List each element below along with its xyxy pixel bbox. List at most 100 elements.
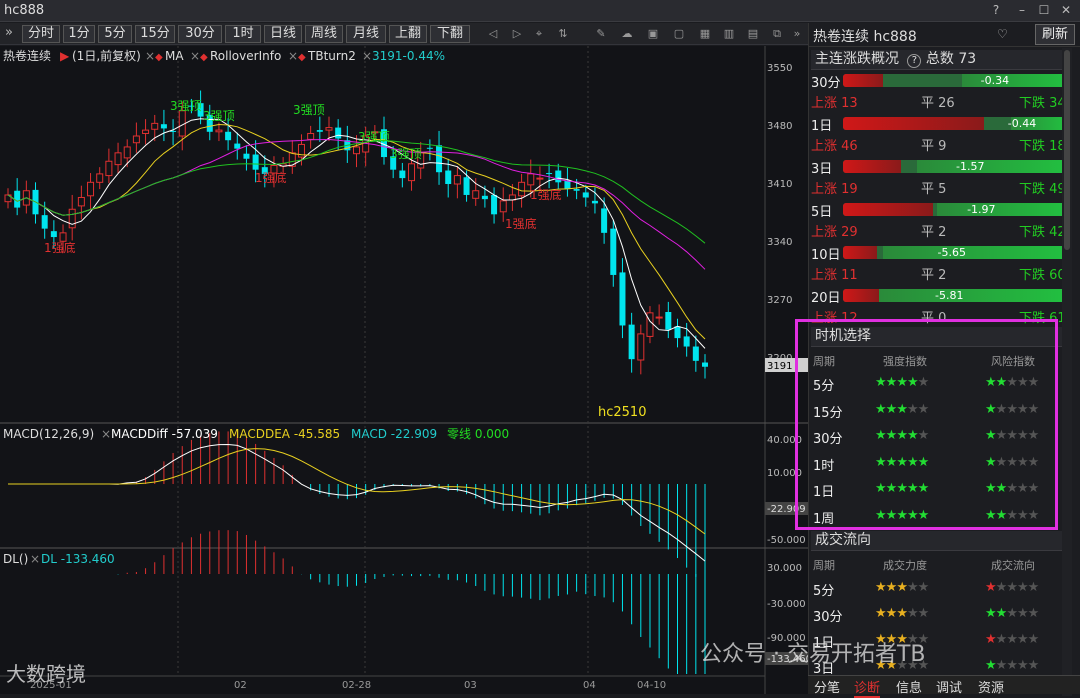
bar-down-fill bbox=[878, 289, 1067, 302]
period-button-5min[interactable]: 5分 bbox=[98, 25, 132, 43]
watermark-text: 公众号 · 交易开拓者TB bbox=[700, 642, 926, 667]
summary-down-count: 下跌 49 bbox=[1019, 182, 1066, 197]
kline-chart[interactable]: 热卷连续 ▶ (1日,前复权) × ◆ MA × ◆ RolloverInfo … bbox=[0, 46, 812, 694]
more-icon[interactable]: » bbox=[790, 27, 804, 40]
close-tb-icon[interactable]: × bbox=[288, 49, 298, 63]
layers-icon[interactable]: ▣ bbox=[646, 27, 660, 40]
direction-stars: ★★★★★ bbox=[985, 658, 1039, 673]
indicator-tbturn[interactable]: TBturn2 bbox=[307, 49, 356, 63]
bar-up-fill bbox=[843, 117, 985, 130]
period-button-weekly[interactable]: 周线 bbox=[305, 25, 343, 43]
tab-diagnosis[interactable]: 诊断 bbox=[854, 677, 881, 698]
window-icon[interactable]: ▢ bbox=[672, 27, 686, 40]
macd-diff-label: MACDDiff -57.039 bbox=[111, 427, 218, 441]
close-rollover-icon[interactable]: × bbox=[190, 49, 200, 63]
period-button-1hour[interactable]: 1时 bbox=[225, 25, 261, 43]
summary-period: 20日 bbox=[811, 291, 841, 306]
timing-period: 5分 bbox=[813, 379, 835, 394]
summary-value: -0.44 bbox=[1007, 117, 1037, 130]
timing-period: 1周 bbox=[813, 511, 835, 527]
minimize-icon[interactable]: – bbox=[1014, 3, 1030, 17]
summary-flat-count: 平 9 bbox=[921, 139, 947, 154]
timing-period: 1日 bbox=[813, 485, 835, 500]
tab-info[interactable]: 信息 bbox=[896, 677, 922, 696]
close-tb2-icon[interactable]: × bbox=[362, 49, 372, 63]
period-button-30min[interactable]: 30分 bbox=[178, 25, 222, 43]
period-button-monthly[interactable]: 月线 bbox=[346, 25, 386, 43]
direction-stars: ★★★★★ bbox=[985, 606, 1039, 621]
strength-stars: ★★★★★ bbox=[875, 428, 929, 443]
timing-col-risk: 风险指数 bbox=[991, 355, 1035, 368]
maximize-icon[interactable]: ☐ bbox=[1036, 3, 1052, 17]
summary-flat-count: 平 5 bbox=[921, 182, 947, 197]
period-button-1min[interactable]: 1分 bbox=[63, 25, 95, 43]
chart-icon[interactable]: ▥ bbox=[722, 27, 736, 40]
export-icon[interactable]: ⧉ bbox=[770, 27, 784, 41]
close-macd-icon[interactable]: × bbox=[101, 427, 111, 441]
macd-value-label: MACD -22.909 bbox=[351, 427, 437, 441]
summary-bar: -0.44 bbox=[843, 117, 1067, 130]
page-down-button[interactable]: 下翻 bbox=[430, 25, 470, 43]
price-axis-label: 3270 bbox=[767, 295, 792, 306]
title-bar: hc888 ? – ☐ ✕ bbox=[0, 0, 1080, 22]
signal-bottom: 1强底 bbox=[505, 216, 537, 231]
contract-label: hc2510 bbox=[598, 405, 646, 420]
period-button-intraday[interactable]: 分时 bbox=[22, 25, 60, 43]
tab-resources[interactable]: 资源 bbox=[978, 677, 1004, 696]
collapse-icon[interactable]: » bbox=[2, 25, 16, 40]
date-label: 04 bbox=[583, 680, 596, 691]
close-ma-icon[interactable]: × bbox=[145, 49, 155, 63]
candle-body bbox=[527, 173, 535, 186]
panel-scrollbar[interactable] bbox=[1062, 48, 1072, 696]
pen-icon[interactable]: ✎ bbox=[594, 27, 608, 40]
risk-stars: ★★★★★ bbox=[985, 507, 1039, 523]
candle-body bbox=[335, 127, 342, 139]
candle-body bbox=[325, 127, 333, 131]
timing-col-strength: 强度指数 bbox=[883, 355, 927, 368]
scrollbar-thumb[interactable] bbox=[1064, 50, 1070, 250]
flow-title: 成交流向 bbox=[815, 532, 871, 548]
flow-col-direction: 成交流向 bbox=[991, 559, 1035, 572]
chart-header-cycle: (1日,前复权) bbox=[72, 48, 141, 63]
cloud-icon[interactable]: ☁ bbox=[620, 27, 634, 40]
help-circle-icon[interactable]: ? bbox=[907, 54, 922, 68]
indicator-rollover[interactable]: RolloverInfo bbox=[210, 49, 281, 63]
tab-ticks[interactable]: 分笔 bbox=[814, 677, 840, 696]
candle-body bbox=[445, 170, 452, 184]
candle-body bbox=[132, 135, 140, 144]
indicator-ma[interactable]: MA bbox=[165, 49, 184, 63]
candle-body bbox=[59, 232, 67, 242]
direction-stars: ★★★★★ bbox=[985, 632, 1039, 647]
strength-stars: ★★★★★ bbox=[875, 481, 929, 496]
period-button-15min[interactable]: 15分 bbox=[135, 25, 175, 43]
macd-line bbox=[8, 443, 706, 562]
refresh-button[interactable]: 刷新 bbox=[1035, 24, 1075, 45]
candle-body bbox=[491, 194, 498, 215]
summary-bar: -1.57 bbox=[843, 160, 1067, 173]
tab-debug[interactable]: 调试 bbox=[936, 677, 962, 696]
grid-icon[interactable]: ▦ bbox=[698, 27, 712, 40]
chart-canvas[interactable]: 热卷连续 ▶ (1日,前复权) × ◆ MA × ◆ RolloverInfo … bbox=[0, 46, 812, 694]
next-arrow-icon[interactable]: ▷ bbox=[510, 27, 524, 40]
close-dl-icon[interactable]: × bbox=[30, 552, 40, 566]
page-up-button[interactable]: 上翻 bbox=[389, 25, 427, 43]
macd-title: MACD(12,26,9) bbox=[3, 427, 94, 441]
candle-body bbox=[105, 160, 113, 177]
help-icon[interactable]: ? bbox=[988, 3, 1004, 17]
prev-arrow-icon[interactable]: ◁ bbox=[486, 27, 500, 40]
candle-body bbox=[683, 336, 690, 347]
candle-body bbox=[50, 231, 57, 238]
candle-body bbox=[160, 124, 167, 129]
favorite-icon[interactable]: ♡ bbox=[997, 27, 1008, 41]
cursor-icon[interactable]: ⌖ bbox=[532, 27, 546, 41]
candle-body bbox=[646, 312, 654, 337]
strength-stars: ★★★★★ bbox=[875, 401, 929, 417]
summary-down-count: 下跌 42 bbox=[1019, 225, 1066, 240]
candle-body bbox=[252, 154, 259, 170]
lock-icon[interactable]: ▤ bbox=[746, 27, 760, 40]
flow-period: 30分 bbox=[813, 610, 843, 625]
close-icon[interactable]: ✕ bbox=[1058, 3, 1074, 17]
period-button-daily[interactable]: 日线 bbox=[264, 25, 302, 43]
sort-icon[interactable]: ⇅ bbox=[556, 27, 570, 40]
risk-stars: ★★★★★ bbox=[985, 428, 1039, 443]
